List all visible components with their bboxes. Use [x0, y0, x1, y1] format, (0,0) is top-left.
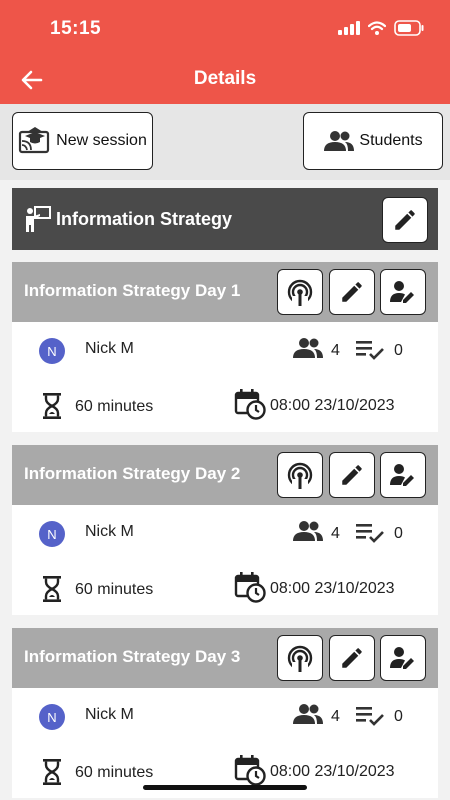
- session-header: Information Strategy Day 3: [12, 628, 438, 688]
- session-duration: 60 minutes: [75, 581, 154, 598]
- completed-indicator: [355, 338, 387, 367]
- action-toolbar: New session Students: [0, 104, 450, 180]
- completed-count: 0: [394, 708, 403, 725]
- hourglass-icon: [43, 393, 61, 419]
- assign-trainer-button[interactable]: [380, 452, 426, 498]
- assign-trainer-button[interactable]: [380, 269, 426, 315]
- checklist-icon: [356, 524, 384, 543]
- calendar-clock-icon: [234, 572, 266, 603]
- avatar: N: [39, 521, 65, 547]
- students-button[interactable]: Students: [303, 112, 443, 170]
- edit-pencil-icon: [342, 465, 362, 485]
- session-card: Information Strategy Day 1 N Nick M 4 0 …: [12, 262, 438, 432]
- calendar-clock-icon: [234, 389, 266, 420]
- trainer-name: Nick M: [85, 523, 134, 540]
- datetime-indicator: [234, 388, 266, 425]
- people-icon: [293, 704, 323, 724]
- edit-course-button[interactable]: [382, 197, 428, 243]
- teacher-icon: [26, 206, 51, 232]
- session-card: Information Strategy Day 2 N Nick M 4 0 …: [12, 445, 438, 615]
- trainer-name: Nick M: [85, 706, 134, 723]
- battery-icon: [394, 20, 424, 36]
- completed-indicator: [355, 521, 387, 550]
- hourglass-icon: [43, 576, 61, 602]
- status-time: 15:15: [50, 18, 102, 39]
- duration-indicator: [42, 575, 62, 608]
- people-icon: [293, 521, 323, 541]
- avatar: N: [39, 338, 65, 364]
- completed-indicator: [355, 704, 387, 733]
- wifi-icon: [368, 21, 386, 35]
- session-card: Information Strategy Day 3 N Nick M 4 0 …: [12, 628, 438, 798]
- session-title: Information Strategy Day 2: [24, 464, 241, 483]
- broadcast-icon: [287, 279, 313, 306]
- participant-count: 4: [331, 708, 340, 725]
- user-edit-icon: [390, 281, 414, 303]
- session-duration: 60 minutes: [75, 764, 154, 781]
- session-title: Information Strategy Day 1: [24, 281, 241, 300]
- session-body: N Nick M 4 0 60 minutes 08:00 23/10/2023: [12, 505, 438, 615]
- people-icon: [293, 338, 323, 358]
- broadcast-button[interactable]: [277, 635, 323, 681]
- checklist-icon: [356, 341, 384, 360]
- status-icons: [338, 20, 424, 36]
- session-body: N Nick M 4 0 60 minutes 08:00 23/10/2023: [12, 688, 438, 798]
- session-duration: 60 minutes: [75, 398, 154, 415]
- new-session-label: New session: [56, 132, 147, 149]
- trainer-name: Nick M: [85, 340, 134, 357]
- edit-pencil-icon: [342, 648, 362, 668]
- participants-indicator: [292, 520, 324, 547]
- participant-count: 4: [331, 342, 340, 359]
- participant-count: 4: [331, 525, 340, 542]
- checklist-icon: [356, 707, 384, 726]
- app-header: 15:15 Details: [0, 0, 450, 104]
- calendar-clock-icon: [234, 755, 266, 786]
- completed-count: 0: [394, 525, 403, 542]
- completed-count: 0: [394, 342, 403, 359]
- datetime-indicator: [234, 571, 266, 608]
- session-header: Information Strategy Day 2: [12, 445, 438, 505]
- hourglass-icon: [43, 759, 61, 785]
- page-title: Details: [193, 68, 257, 89]
- broadcast-icon: [287, 462, 313, 489]
- signal-icon: [338, 21, 360, 35]
- group-icon: [324, 131, 355, 151]
- session-datetime: 08:00 23/10/2023: [270, 763, 395, 780]
- session-body: N Nick M 4 0 60 minutes 08:00 23/10/2023: [12, 322, 438, 432]
- course-title: Information Strategy: [56, 208, 233, 229]
- participants-indicator: [292, 337, 324, 364]
- duration-indicator: [42, 392, 62, 425]
- session-datetime: 08:00 23/10/2023: [270, 397, 395, 414]
- participants-indicator: [292, 703, 324, 730]
- edit-session-button[interactable]: [329, 635, 375, 681]
- duration-indicator: [42, 758, 62, 791]
- new-session-button[interactable]: New session: [12, 112, 153, 170]
- avatar: N: [39, 704, 65, 730]
- user-edit-icon: [390, 464, 414, 486]
- edit-pencil-icon: [395, 210, 415, 230]
- session-title: Information Strategy Day 3: [24, 647, 241, 666]
- broadcast-icon: [287, 645, 313, 672]
- session-datetime: 08:00 23/10/2023: [270, 580, 395, 597]
- course-header: Information Strategy: [12, 188, 438, 250]
- students-label: Students: [359, 132, 423, 149]
- session-header: Information Strategy Day 1: [12, 262, 438, 322]
- assign-trainer-button[interactable]: [380, 635, 426, 681]
- home-indicator: [143, 785, 307, 790]
- user-edit-icon: [390, 647, 414, 669]
- broadcast-button[interactable]: [277, 269, 323, 315]
- edit-session-button[interactable]: [329, 452, 375, 498]
- presentation-icon: [19, 127, 50, 154]
- edit-session-button[interactable]: [329, 269, 375, 315]
- edit-pencil-icon: [342, 282, 362, 302]
- broadcast-button[interactable]: [277, 452, 323, 498]
